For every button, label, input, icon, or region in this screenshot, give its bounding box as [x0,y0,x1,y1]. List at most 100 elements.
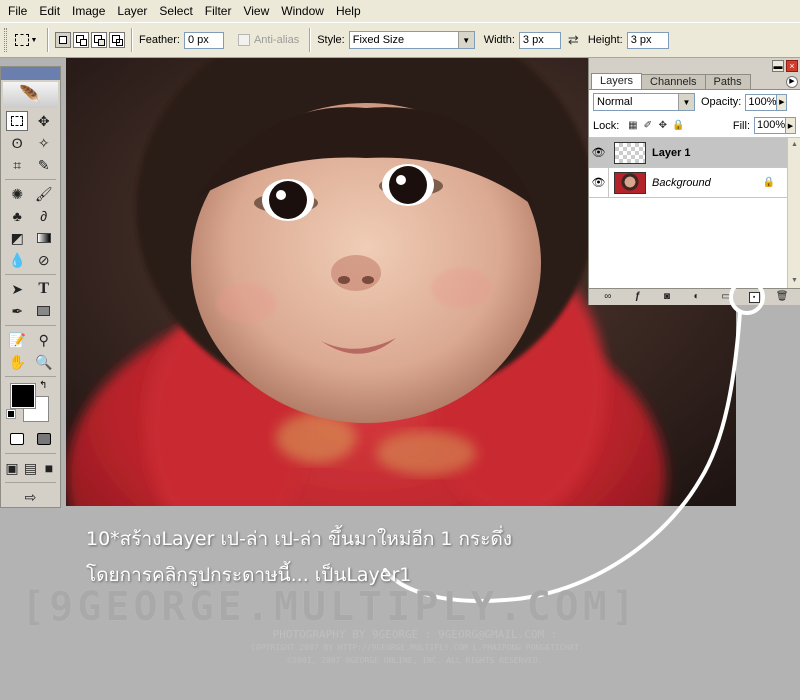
dodge-tool-icon[interactable]: ⊘ [33,250,55,270]
minimize-panel-icon[interactable]: ▬ [772,60,784,72]
layer-style-icon[interactable]: ƒ [630,291,644,303]
notes-tool-icon[interactable]: 📝 [6,330,28,350]
layer-mask-icon[interactable]: ◙ [660,291,674,303]
subtract-from-selection-button[interactable] [91,32,107,48]
opacity-input[interactable]: 100% [745,93,778,111]
brush-tool-icon[interactable]: 🖌 [33,184,55,204]
toolbox: 🪶 ✥ ʘ ✧ ⌗ ✎ ✺ 🖌 ♣ ∂ ◩ 💧 ⊘ ➤ T ✒ 📝 ⚲ ✋ 🔍 … [0,66,61,508]
style-label: Style: [317,34,345,46]
hand-tool-icon[interactable]: ✋ [6,352,28,372]
slice-tool-icon[interactable]: ✎ [33,155,55,175]
intersect-selection-button[interactable] [109,32,125,48]
fill-input[interactable]: 100% [754,117,786,134]
marquee-tool-icon[interactable] [6,111,29,131]
lock-all-icon[interactable]: 🔒 [672,120,684,131]
feather-input[interactable]: 0 px [183,31,224,49]
tab-channels[interactable]: Channels [641,74,706,89]
lock-position-icon[interactable]: ✥ [657,120,668,131]
clone-stamp-tool-icon[interactable]: ♣ [6,206,28,226]
foreground-color-swatch[interactable] [10,383,36,409]
link-layers-icon[interactable]: ∞ [601,291,615,303]
layer-row-layer-1[interactable]: 👁 Layer 1 [589,137,787,168]
menu-window[interactable]: Window [275,0,330,22]
scroll-up-icon[interactable]: ▲ [788,138,800,152]
eye-visibility-icon[interactable]: 👁 [589,137,609,168]
tab-paths[interactable]: Paths [704,74,751,89]
full-screen-mode-icon[interactable]: ■ [42,458,56,478]
lock-transparency-icon[interactable]: ▦ [627,120,638,131]
tab-layers[interactable]: Layers [591,73,643,89]
type-tool-icon[interactable]: T [33,279,55,299]
style-select-value: Fixed Size [352,34,405,46]
menu-select[interactable]: Select [153,0,198,22]
zoom-tool-icon[interactable]: 🔍 [33,352,55,372]
panel-tabs: Layers Channels Paths ▶ [589,73,800,90]
menu-help[interactable]: Help [330,0,367,22]
pen-tool-icon[interactable]: ✒ [6,301,28,321]
quick-mask-mode-icon[interactable] [33,429,55,449]
menu-image[interactable]: Image [66,0,111,22]
blend-mode-select[interactable]: Normal ▼ [593,93,695,111]
panel-title-bar[interactable]: ▬ × [589,58,800,74]
standard-mode-icon[interactable] [6,429,28,449]
new-selection-button[interactable] [55,32,71,48]
eye-visibility-icon[interactable]: 👁 [589,167,609,198]
crop-tool-icon[interactable]: ⌗ [6,155,28,175]
trash-icon[interactable]: 🗑 [775,291,789,303]
options-bar-grip[interactable] [4,28,7,52]
style-select[interactable]: Fixed Size ▼ [348,31,475,49]
toolbox-title-bar[interactable] [1,67,60,80]
adjustment-layer-icon[interactable]: ◐ [689,291,703,303]
anti-alias-label: Anti-alias [253,34,300,46]
blur-tool-icon[interactable]: 💧 [6,250,28,270]
history-brush-tool-icon[interactable]: ∂ [33,206,55,226]
watermark-title: [9GEORGE.MULTIPLY.COM] [21,584,639,630]
path-selection-tool-icon[interactable]: ➤ [6,279,28,299]
full-screen-menu-mode-icon[interactable]: ▤ [24,458,38,478]
swap-width-height-icon[interactable]: ⇄ [568,32,579,48]
eraser-tool-icon[interactable]: ◩ [6,228,28,248]
blend-mode-value: Normal [597,96,633,108]
chevron-down-icon: ▼ [457,32,474,48]
menu-edit[interactable]: Edit [33,0,66,22]
dropdown-arrow-icon: ▼ [30,36,38,44]
standard-screen-mode-icon[interactable]: ▣ [5,458,19,478]
move-tool-icon[interactable]: ✥ [33,111,55,131]
fill-slider-button[interactable]: ▶ [786,117,796,134]
layer-row-background[interactable]: 👁 Background 🔒 [589,167,787,198]
scroll-down-icon[interactable]: ▼ [788,274,800,288]
opacity-slider-button[interactable]: ▶ [777,93,788,111]
separator [131,28,133,52]
new-layer-icon[interactable]: ▪ [748,291,760,303]
close-panel-icon[interactable]: × [786,60,798,72]
height-label: Height: [587,34,623,46]
menu-view[interactable]: View [237,0,275,22]
options-bar: ▼ Feather: 0 px Anti-alias Style: Fixed … [0,22,800,58]
menu-layer[interactable]: Layer [111,0,153,22]
add-to-selection-button[interactable] [73,32,89,48]
new-group-icon[interactable]: ▭ [719,291,733,303]
jump-to-imageready-icon[interactable]: ⇨ [20,487,42,507]
lock-label: Lock: [593,119,620,132]
panel-menu-icon[interactable]: ▶ [786,76,798,88]
tool-preset-picker[interactable]: ▼ [11,28,41,52]
eyedropper-tool-icon[interactable]: ⚲ [33,330,55,350]
gradient-tool-icon[interactable] [33,228,55,248]
lock-image-pixels-icon[interactable]: ✐ [642,120,653,131]
magic-wand-tool-icon[interactable]: ✧ [33,133,55,153]
photoshop-feather-logo[interactable]: 🪶 [3,82,58,108]
height-input[interactable]: 3 px [626,31,669,49]
anti-alias-checkbox[interactable] [237,34,250,46]
layer-thumbnail [614,141,646,164]
menu-file[interactable]: File [2,0,33,22]
default-colors-icon[interactable] [6,409,16,419]
width-input[interactable]: 3 px [518,31,561,49]
shape-tool-icon[interactable] [33,301,55,321]
watermark-line-3: ©2001, 2007 9GEORGE ONLINE, INC. ALL RIG… [287,656,543,665]
instruction-caption-line-1: 10*สร้างLayer เป-ล่า เป-ล่า ขึ้นมาใหม่อี… [86,528,513,550]
healing-brush-tool-icon[interactable]: ✺ [6,184,28,204]
layer-list-scrollbar[interactable]: ▲ ▼ [787,138,800,288]
menu-filter[interactable]: Filter [199,0,238,22]
lasso-tool-icon[interactable]: ʘ [6,133,28,153]
swap-colors-icon[interactable]: ↰ [39,380,47,391]
